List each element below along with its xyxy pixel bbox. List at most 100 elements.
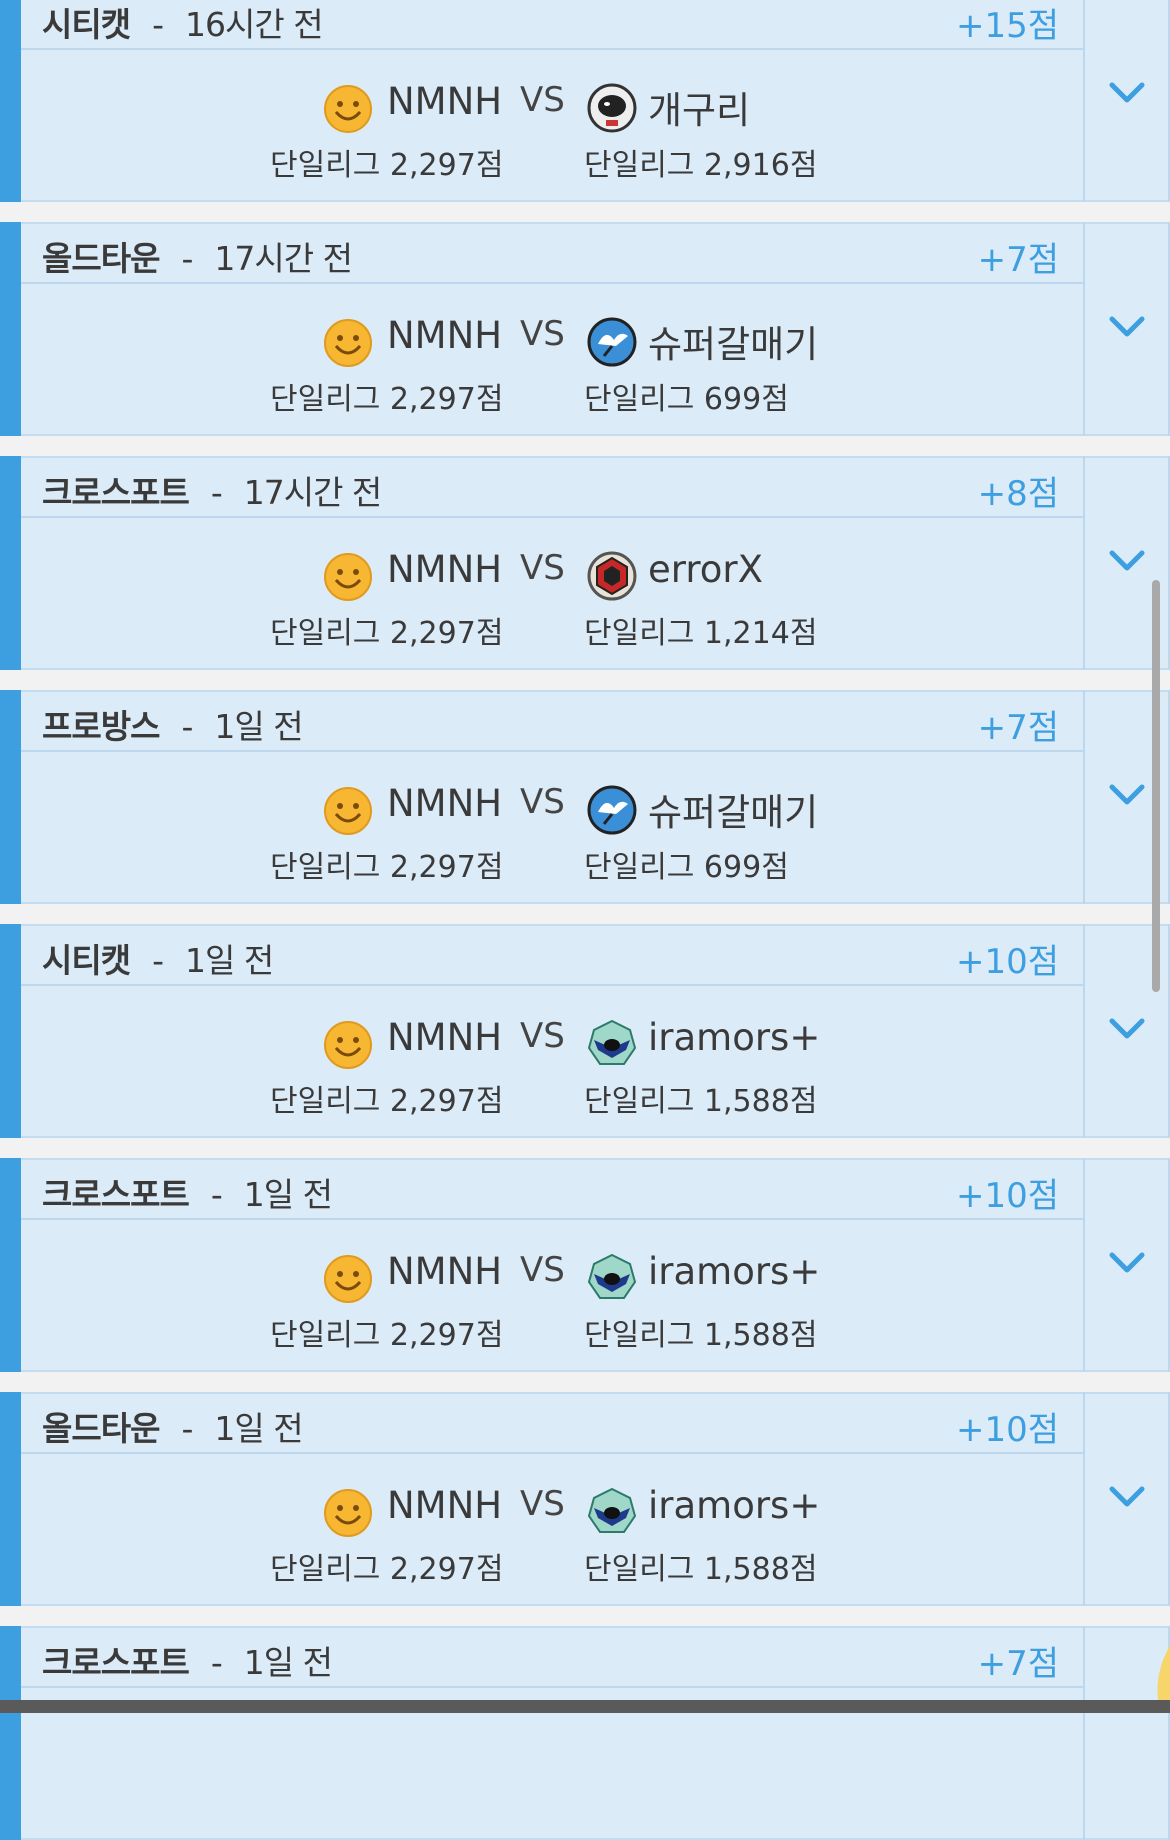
- match-header: 프로방스 -1일 전 +7점: [21, 692, 1083, 752]
- match-header: 크로스포트 -1일 전 +10점: [21, 1160, 1083, 1220]
- opponent-league: 단일리그 2,916점: [584, 148, 818, 183]
- opponent-info[interactable]: 슈퍼갈매기: [580, 780, 980, 840]
- smiley-avatar-icon: [324, 319, 372, 367]
- player-league: 단일리그 2,297점: [270, 1084, 504, 1119]
- decorative-corner: [1157, 1645, 1170, 1710]
- match-time: 1일 전: [214, 1409, 303, 1448]
- match-title: 올드타운 -17시간 전: [42, 232, 353, 280]
- player-league: 단일리그 2,297점: [270, 148, 504, 183]
- player-info[interactable]: NMNH: [0, 780, 503, 840]
- player-info[interactable]: NMNH: [0, 1248, 502, 1308]
- scrollbar[interactable]: [1152, 580, 1160, 992]
- opponent-name: iramors+: [648, 1016, 821, 1059]
- match-title: 크로스포트 -17시간 전: [42, 466, 383, 514]
- vs-label: VS: [520, 1250, 565, 1290]
- match-title: 크로스포트 -1일 전: [42, 1636, 333, 1684]
- map-name: 올드타운: [42, 239, 160, 278]
- match-time: 17시간 전: [214, 239, 353, 278]
- match-time: 1일 전: [185, 941, 274, 980]
- points-change: +10점: [955, 1410, 1059, 1450]
- smiley-avatar-icon: [324, 85, 372, 133]
- chevron-down-icon[interactable]: [1109, 316, 1145, 338]
- opponent-info[interactable]: 개구리: [580, 78, 980, 138]
- map-name: 크로스포트: [42, 1175, 190, 1214]
- opponent-league: 단일리그 1,214점: [584, 616, 818, 651]
- chevron-down-icon[interactable]: [1109, 1486, 1145, 1508]
- smiley-avatar-icon: [324, 1489, 372, 1537]
- match-title: 올드타운 -1일 전: [42, 1402, 304, 1450]
- chevron-down-icon[interactable]: [1109, 82, 1145, 104]
- match-header: 크로스포트 -1일 전 +7점: [21, 1628, 1083, 1688]
- divider: [1083, 924, 1085, 1138]
- player-name: NMNH: [387, 1484, 503, 1527]
- title-separator: -: [210, 1643, 223, 1682]
- match-card[interactable]: 시티캣 -16시간 전 +15점 NMNH VS 개구리 단일리그 2,297점 …: [0, 0, 1170, 202]
- vs-label: VS: [520, 1016, 565, 1056]
- match-card[interactable]: 크로스포트 -1일 전 +10점 NMNH VS iramors+ 단일리그 2,…: [0, 1158, 1170, 1372]
- seagull-avatar-icon: [587, 785, 637, 835]
- chevron-down-icon[interactable]: [1109, 1018, 1145, 1040]
- points-change: +15점: [955, 6, 1059, 46]
- vs-label: VS: [520, 80, 565, 120]
- player-name: NMNH: [387, 548, 503, 591]
- player-info[interactable]: NMNH: [0, 78, 502, 138]
- match-card[interactable]: 올드타운 -17시간 전 +7점 NMNH VS 슈퍼갈매기 단일리그 2,297…: [0, 222, 1170, 436]
- opponent-name: 개구리: [648, 89, 751, 132]
- title-separator: -: [181, 239, 193, 278]
- match-time: 1일 전: [214, 707, 303, 746]
- opponent-league: 단일리그 1,588점: [584, 1552, 818, 1587]
- divider: [1083, 1626, 1085, 1840]
- opponent-info[interactable]: iramors+: [580, 1482, 980, 1542]
- player-name: NMNH: [387, 782, 503, 825]
- chevron-down-icon[interactable]: [1109, 784, 1145, 806]
- card-accent-bar: [0, 1626, 21, 1840]
- smiley-avatar-icon: [324, 553, 372, 601]
- match-time: 1일 전: [243, 1643, 333, 1682]
- points-change: +7점: [977, 240, 1059, 280]
- match-card[interactable]: 크로스포트 -17시간 전 +8점 NMNH VS errorX 단일리그 2,2…: [0, 456, 1170, 670]
- smiley-avatar-icon: [324, 1255, 372, 1303]
- map-name: 크로스포트: [42, 1643, 190, 1682]
- player-league: 단일리그 2,297점: [270, 850, 504, 885]
- divider: [1083, 0, 1085, 202]
- vs-label: VS: [520, 1484, 565, 1524]
- opponent-league: 단일리그 699점: [584, 850, 789, 885]
- title-separator: -: [152, 5, 164, 44]
- map-name: 시티캣: [42, 5, 131, 44]
- match-card[interactable]: 프로방스 -1일 전 +7점 NMNH VS 슈퍼갈매기 단일리그 2,297점 …: [0, 690, 1170, 904]
- opponent-info[interactable]: errorX: [580, 546, 980, 606]
- match-header: 시티캣 -1일 전 +10점: [21, 926, 1083, 986]
- divider: [1083, 1158, 1085, 1372]
- match-title: 크로스포트 -1일 전: [42, 1168, 333, 1216]
- divider: [1083, 456, 1085, 670]
- match-title: 프로방스 -1일 전: [42, 700, 304, 748]
- match-card[interactable]: 올드타운 -1일 전 +10점 NMNH VS iramors+ 단일리그 2,2…: [0, 1392, 1170, 1606]
- opponent-info[interactable]: iramors+: [580, 1014, 980, 1074]
- match-time: 17시간 전: [243, 473, 383, 512]
- match-card[interactable]: 크로스포트 -1일 전 +7점: [0, 1626, 1170, 1840]
- emblem-avatar-icon: [587, 1019, 637, 1065]
- player-league: 단일리그 2,297점: [270, 1318, 504, 1353]
- opponent-name: 슈퍼갈매기: [648, 791, 819, 834]
- opponent-info[interactable]: 슈퍼갈매기: [580, 312, 980, 372]
- chevron-down-icon[interactable]: [1109, 550, 1145, 572]
- player-name: NMNH: [387, 314, 503, 357]
- match-title: 시티캣 -16시간 전: [42, 0, 324, 46]
- points-change: +10점: [955, 942, 1059, 982]
- divider: [1083, 690, 1085, 904]
- chevron-down-icon[interactable]: [1109, 1252, 1145, 1274]
- opponent-league: 단일리그 1,588점: [584, 1318, 818, 1353]
- player-info[interactable]: NMNH: [0, 312, 503, 372]
- player-league: 단일리그 2,297점: [270, 1552, 504, 1587]
- vs-label: VS: [520, 782, 565, 822]
- player-info[interactable]: NMNH: [0, 546, 503, 606]
- title-separator: -: [210, 1175, 223, 1214]
- player-info[interactable]: NMNH: [0, 1014, 503, 1074]
- divider: [1083, 222, 1085, 436]
- opponent-info[interactable]: iramors+: [580, 1248, 980, 1308]
- opponent-league: 단일리그 1,588점: [584, 1084, 818, 1119]
- opponent-name: iramors+: [648, 1484, 821, 1527]
- player-name: NMNH: [387, 1016, 503, 1059]
- player-info[interactable]: NMNH: [0, 1482, 503, 1542]
- match-card[interactable]: 시티캣 -1일 전 +10점 NMNH VS iramors+ 단일리그 2,29…: [0, 924, 1170, 1138]
